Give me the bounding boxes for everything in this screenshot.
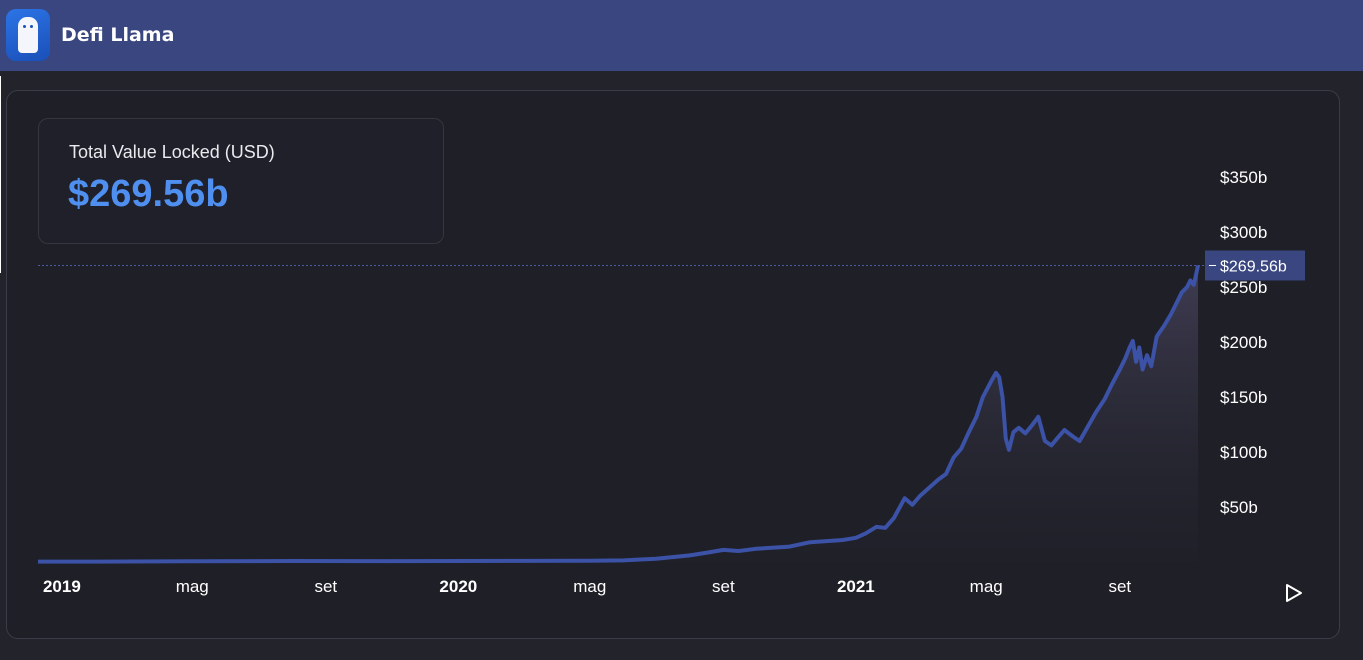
x-tick-label: set <box>712 577 735 596</box>
x-tick-label: mag <box>573 577 606 596</box>
x-tick-label: set <box>1108 577 1131 596</box>
x-tick-label: 2019 <box>43 577 81 596</box>
y-tick-label: $150b <box>1220 388 1267 407</box>
tvl-area-fill <box>38 265 1198 562</box>
x-tick-label: 2021 <box>837 577 875 596</box>
y-tick-label: $50b <box>1220 498 1258 517</box>
y-tick-label: $100b <box>1220 443 1267 462</box>
y-tick-label: $300b <box>1220 223 1267 242</box>
tvl-label: Total Value Locked (USD) <box>69 142 275 162</box>
tvl-value: $269.56b <box>68 173 229 215</box>
y-tick-label: $250b <box>1220 278 1267 297</box>
play-icon[interactable] <box>1283 582 1305 604</box>
tvl-chart[interactable]: $50b $100b $150b $200b $250b $300b $350b 2019 m… <box>0 0 1363 660</box>
x-tick-label: 2020 <box>439 577 477 596</box>
x-tick-label: mag <box>176 577 209 596</box>
x-tick-label: set <box>314 577 337 596</box>
y-tick-label: $200b <box>1220 333 1267 352</box>
y-tick-label: $350b <box>1220 168 1267 187</box>
current-value-label: $269.56b <box>1220 258 1287 275</box>
x-tick-label: mag <box>970 577 1003 596</box>
